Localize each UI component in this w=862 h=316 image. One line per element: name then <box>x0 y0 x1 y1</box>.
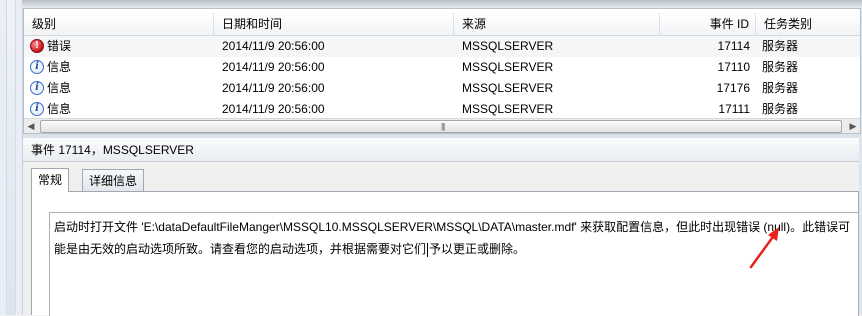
scrollbar-thumb[interactable]: ||| <box>40 120 842 133</box>
event-level: 信息 <box>47 102 72 116</box>
event-row[interactable]: ! 错误 2014/11/9 20:56:00 MSSQLSERVER 1711… <box>24 36 860 57</box>
event-level: 信息 <box>47 60 72 74</box>
event-id: 17111 <box>718 102 750 116</box>
grip-icon: ||| <box>441 122 445 131</box>
event-datetime: 2014/11/9 20:56:00 <box>222 81 325 95</box>
tab-panel-general: 启动时打开文件 'E:\dataDefaultFileManger\MSSQL1… <box>31 191 859 316</box>
event-datetime: 2014/11/9 20:56:00 <box>222 60 325 74</box>
event-id: 17114 <box>717 39 750 53</box>
column-header-datetime[interactable]: 日期和时间 <box>214 13 454 35</box>
event-id: 17110 <box>717 60 750 74</box>
event-list[interactable]: 级别 日期和时间 来源 事件 ID 任务类别 ! 错误 2014/11/9 20… <box>23 8 861 134</box>
left-panel-strip <box>0 0 23 315</box>
event-list-header: 级别 日期和时间 来源 事件 ID 任务类别 <box>24 13 860 36</box>
scroll-left-icon[interactable]: ◀ <box>24 119 38 133</box>
top-border <box>22 0 862 8</box>
event-datetime: 2014/11/9 20:56:00 <box>222 39 325 53</box>
info-icon: i <box>30 81 44 95</box>
event-row[interactable]: i 信息 2014/11/9 20:56:00 MSSQLSERVER 1711… <box>24 99 860 120</box>
text-caret <box>427 242 429 257</box>
event-level: 错误 <box>47 39 72 53</box>
column-header-event-id[interactable]: 事件 ID <box>660 13 756 35</box>
event-task-category: 服务器 <box>762 60 799 74</box>
info-icon: i <box>30 102 44 116</box>
event-detail-title: 事件 17114，MSSQLSERVER <box>23 138 859 162</box>
info-icon: i <box>30 60 44 74</box>
event-row[interactable]: i 信息 2014/11/9 20:56:00 MSSQLSERVER 1711… <box>24 57 860 78</box>
event-datetime: 2014/11/9 20:56:00 <box>222 102 325 116</box>
event-task-category: 服务器 <box>762 39 799 53</box>
event-source: MSSQLSERVER <box>462 39 554 53</box>
event-source: MSSQLSERVER <box>462 81 554 95</box>
column-header-level[interactable]: 级别 <box>24 13 214 35</box>
event-row[interactable]: i 信息 2014/11/9 20:56:00 MSSQLSERVER 1717… <box>24 78 860 99</box>
event-task-category: 服务器 <box>762 102 799 116</box>
scroll-right-icon[interactable]: ▶ <box>846 119 860 133</box>
event-message-part2: 予以更正或删除。 <box>429 242 526 256</box>
event-message-text[interactable]: 启动时打开文件 'E:\dataDefaultFileManger\MSSQL1… <box>49 212 859 316</box>
column-header-task-category[interactable]: 任务类别 <box>756 13 860 35</box>
event-source: MSSQLSERVER <box>462 102 554 116</box>
left-panel-scroll-track[interactable] <box>6 0 16 315</box>
column-header-source[interactable]: 来源 <box>454 13 660 35</box>
tab-details[interactable]: 详细信息 <box>82 169 145 191</box>
event-source: MSSQLSERVER <box>462 60 554 74</box>
event-level: 信息 <box>47 81 72 95</box>
event-id: 17176 <box>716 81 750 95</box>
tab-general[interactable]: 常规 <box>31 168 70 192</box>
horizontal-scrollbar[interactable]: ◀ ||| ▶ <box>24 118 860 133</box>
event-task-category: 服务器 <box>762 81 799 95</box>
error-icon: ! <box>30 39 44 53</box>
